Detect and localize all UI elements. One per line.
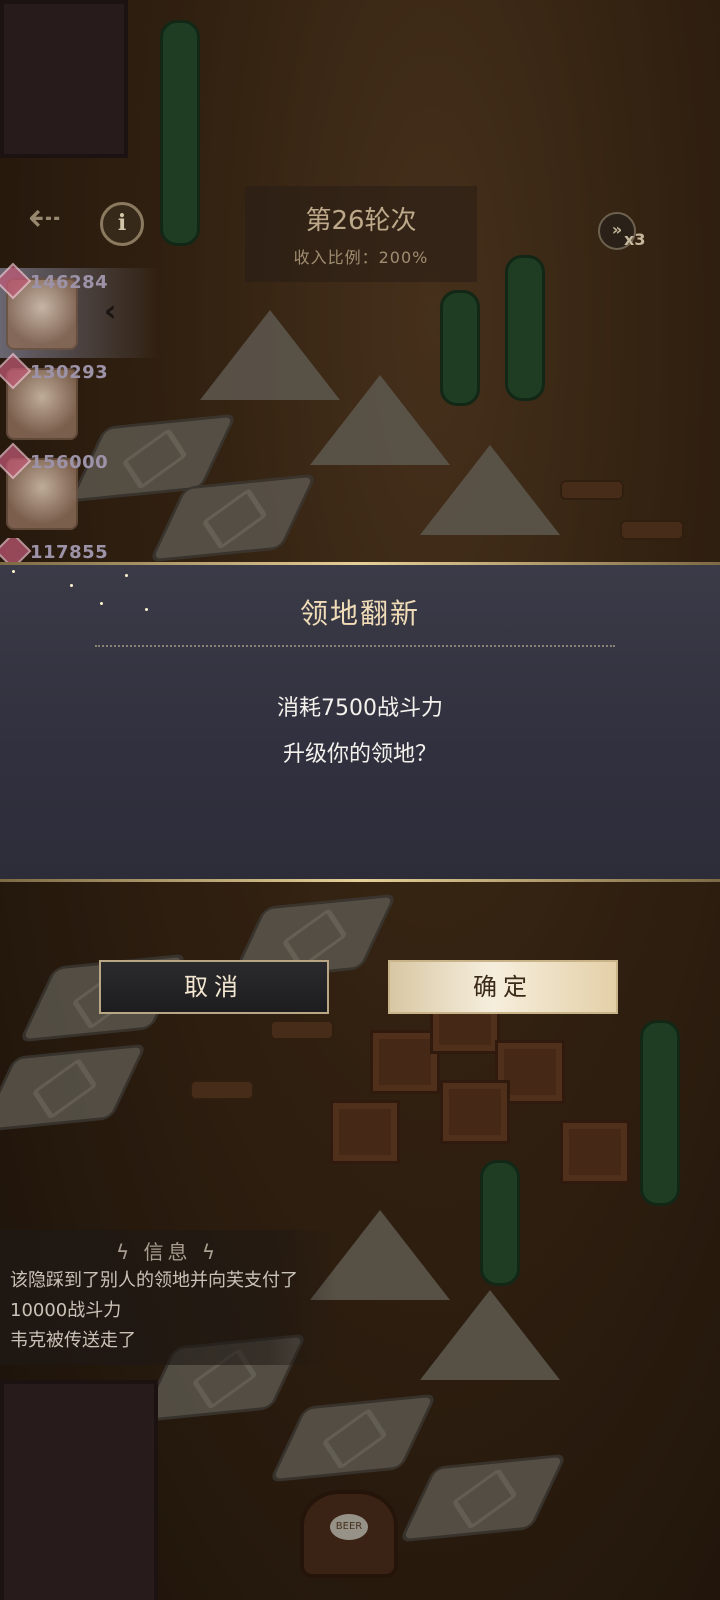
player-entry[interactable]: 156000: [0, 442, 160, 538]
income-ratio: 收入比例：200%: [293, 248, 429, 267]
log-line: 该隐踩到了别人的领地并向芙支付了: [10, 1270, 298, 1291]
dialog-border: [0, 879, 720, 882]
log-line: 韦克被传送走了: [10, 1330, 136, 1351]
sparkle: [125, 574, 128, 577]
log-title: ϟ 信息 ϟ: [115, 1240, 220, 1264]
round-panel: 第26轮次 收入比例：200%: [245, 186, 477, 282]
rank-badge-icon: [0, 538, 32, 562]
player-entry[interactable]: 146284 ‹: [0, 262, 160, 358]
sparkle: [12, 570, 15, 573]
info-button[interactable]: i: [100, 202, 144, 246]
player-entry[interactable]: 130293: [0, 352, 160, 448]
divider: [95, 645, 615, 647]
lightning-icon: ϟ: [115, 1240, 134, 1264]
dialog-border: [0, 562, 720, 565]
speed-button[interactable]: » x3: [598, 212, 648, 252]
confirm-button[interactable]: 确定: [388, 960, 618, 1014]
renovate-dialog: 领地翻新 消耗7500战斗力 升级你的领地？: [0, 562, 720, 882]
dialog-question: 升级你的领地？: [282, 742, 437, 767]
sparkle: [70, 584, 73, 587]
back-button[interactable]: ⇠: [28, 196, 72, 240]
player-entry[interactable]: 117855: [0, 538, 160, 562]
back-arrow-icon: ⇠: [28, 195, 62, 241]
info-icon: i: [117, 210, 127, 236]
player-score: 117855: [30, 542, 109, 562]
player-score: 130293: [30, 362, 109, 383]
lightning-icon: ϟ: [201, 1240, 220, 1264]
chevron-left-icon[interactable]: ‹: [104, 294, 116, 329]
cancel-button[interactable]: 取消: [99, 960, 329, 1014]
dialog-title: 领地翻新: [299, 597, 420, 630]
log-line: 10000战斗力: [10, 1300, 122, 1321]
player-score: 156000: [30, 452, 109, 473]
player-list: 146284 ‹ 130293 156000 117855: [0, 262, 160, 562]
round-title: 第26轮次: [305, 206, 417, 236]
speed-multiplier: x3: [624, 230, 646, 249]
dialog-cost: 消耗7500战斗力: [277, 696, 443, 721]
message-log: ϟ 信息 ϟ 该隐踩到了别人的领地并向芙支付了 10000战斗力 韦克被传送走了: [0, 1230, 335, 1365]
player-score: 146284: [30, 272, 109, 293]
